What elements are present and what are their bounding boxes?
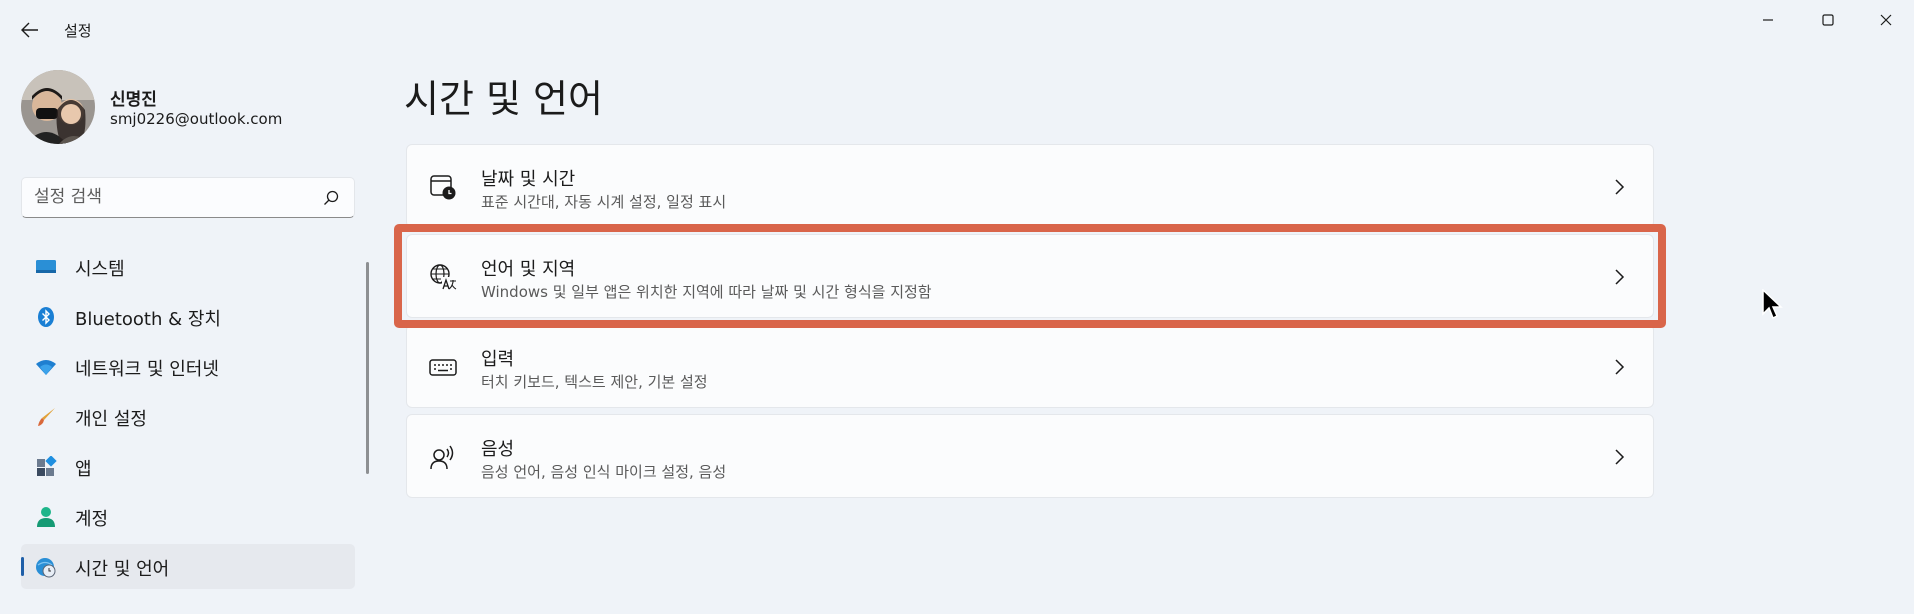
close-button[interactable] (1858, 0, 1914, 40)
brush-icon (38, 408, 55, 426)
user-email: smj0226@outlook.com (110, 110, 283, 128)
sidebar-scrollbar[interactable] (366, 262, 369, 474)
avatar[interactable] (21, 70, 95, 144)
maximize-button[interactable] (1800, 0, 1856, 40)
sidebar-nav: 시스템 Bluetooth & 장치 네트워크 및 인터넷 개인 설정 앱 계정… (21, 244, 355, 594)
card-title: 언어 및 지역 (481, 259, 576, 280)
wifi-icon (36, 360, 56, 375)
date-time-card[interactable]: 날짜 및 시간 표준 시간대, 자동 시계 설정, 일정 표시 (406, 144, 1654, 228)
sidebar-item-apps[interactable]: 앱 (21, 444, 355, 489)
sidebar-item-label: 시간 및 언어 (75, 559, 170, 580)
speech-icon (430, 445, 454, 470)
sidebar-item-accounts[interactable]: 계정 (21, 494, 355, 539)
card-title: 입력 (481, 349, 515, 370)
sidebar-item-network[interactable]: 네트워크 및 인터넷 (21, 344, 355, 389)
sidebar-item-label: Bluetooth & 장치 (75, 309, 221, 330)
chevron-right-icon (1615, 359, 1625, 375)
chevron-right-icon (1615, 179, 1625, 195)
sidebar-item-label: 계정 (75, 509, 109, 530)
page-title: 시간 및 언어 (404, 77, 603, 121)
sidebar-item-label: 네트워크 및 인터넷 (75, 359, 219, 380)
avatar-photo-icon (21, 70, 95, 144)
user-name: 신명진 (110, 90, 157, 110)
minimize-icon (1763, 19, 1773, 21)
globe-language-icon (430, 264, 457, 290)
card-subtitle: 음성 언어, 음성 인식 마이크 설정, 음성 (481, 463, 727, 481)
chevron-right-icon (1615, 269, 1625, 285)
calendar-clock-icon (430, 175, 456, 200)
sidebar-item-label: 앱 (75, 459, 92, 480)
card-subtitle: 터치 키보드, 텍스트 제안, 기본 설정 (481, 373, 708, 391)
minimize-button[interactable] (1740, 0, 1796, 40)
account-icon (37, 507, 55, 527)
sidebar-item-bluetooth[interactable]: Bluetooth & 장치 (21, 294, 355, 339)
settings-window: 설정 신명진 smj0226@outlook.com 설정 검색 시스템 Blu… (0, 0, 1914, 614)
speech-card[interactable]: 음성 음성 언어, 음성 인식 마이크 설정, 음성 (406, 414, 1654, 498)
title-bar: 설정 (0, 0, 1914, 60)
sidebar-item-label: 개인 설정 (75, 409, 147, 430)
time-language-icon (36, 558, 56, 578)
maximize-icon (1822, 14, 1834, 26)
keyboard-icon (429, 359, 457, 376)
sidebar-item-system[interactable]: 시스템 (21, 244, 355, 289)
back-button[interactable] (16, 16, 44, 44)
card-title: 음성 (481, 439, 515, 460)
active-indicator (21, 557, 24, 576)
card-subtitle: 표준 시간대, 자동 시계 설정, 일정 표시 (481, 193, 727, 211)
close-icon (1880, 14, 1892, 26)
card-subtitle: Windows 및 일부 앱은 위치한 지역에 따라 날짜 및 시간 형식을 지… (481, 283, 932, 301)
search-icon[interactable] (322, 189, 340, 207)
system-icon (36, 260, 56, 273)
sidebar-item-time-language[interactable]: 시간 및 언어 (21, 544, 355, 589)
bluetooth-icon (38, 307, 54, 327)
settings-search[interactable] (21, 177, 355, 218)
app-title: 설정 (64, 22, 92, 40)
language-region-card[interactable]: 언어 및 지역 Windows 및 일부 앱은 위치한 지역에 따라 날짜 및 … (406, 234, 1654, 318)
search-input[interactable] (34, 187, 314, 207)
apps-icon (37, 456, 57, 476)
typing-card[interactable]: 입력 터치 키보드, 텍스트 제안, 기본 설정 (406, 324, 1654, 408)
sidebar-item-personalization[interactable]: 개인 설정 (21, 394, 355, 439)
back-arrow-icon (21, 22, 38, 38)
sidebar-item-label: 시스템 (75, 259, 125, 280)
chevron-right-icon (1615, 449, 1625, 465)
card-title: 날짜 및 시간 (481, 169, 576, 190)
mouse-cursor-icon (1762, 289, 1783, 320)
